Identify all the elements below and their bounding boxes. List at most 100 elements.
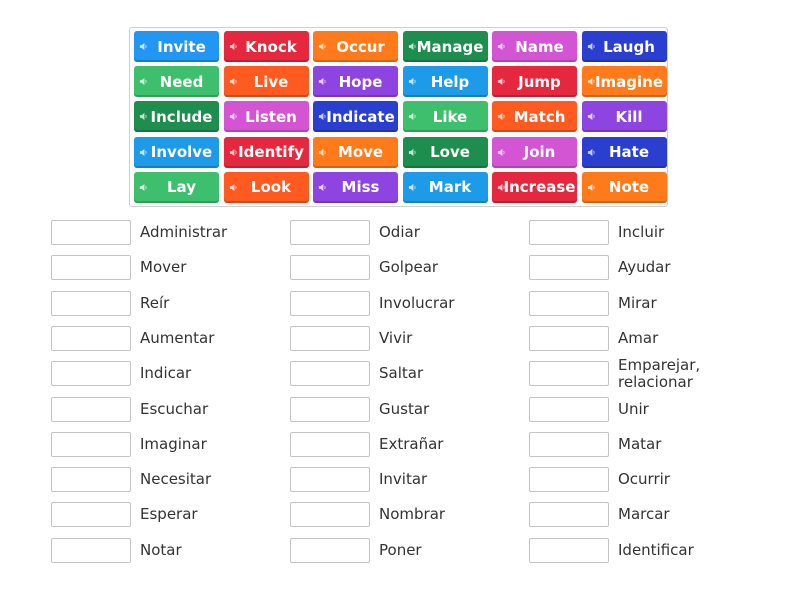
answer-slot[interactable] bbox=[290, 325, 370, 351]
tile-occur[interactable]: Occur bbox=[313, 31, 398, 62]
tile-match[interactable]: Match bbox=[492, 101, 577, 133]
answer-slot[interactable] bbox=[290, 431, 370, 457]
answer-slot[interactable] bbox=[51, 255, 131, 281]
tile-label: Include bbox=[150, 107, 213, 126]
tile-listen[interactable]: Listen bbox=[223, 101, 309, 133]
answer-slot[interactable] bbox=[529, 325, 609, 351]
speaker-icon[interactable] bbox=[497, 148, 506, 157]
tile-name[interactable]: Name bbox=[492, 31, 577, 62]
speaker-icon[interactable] bbox=[587, 112, 596, 121]
answer-slot[interactable] bbox=[529, 537, 609, 563]
speaker-icon[interactable] bbox=[229, 112, 238, 121]
tile-like[interactable]: Like bbox=[402, 101, 488, 133]
speaker-icon[interactable] bbox=[139, 148, 148, 157]
tile-hate[interactable]: Hate bbox=[581, 136, 667, 168]
answer-slot[interactable] bbox=[290, 537, 370, 563]
speaker-icon[interactable] bbox=[318, 112, 327, 121]
tile-jump[interactable]: Jump bbox=[492, 66, 577, 98]
tile-kill[interactable]: Kill bbox=[581, 101, 667, 133]
speaker-icon[interactable] bbox=[229, 42, 238, 51]
speaker-icon[interactable] bbox=[229, 183, 238, 192]
answer-slot[interactable] bbox=[529, 290, 609, 316]
tile-indicate[interactable]: Indicate bbox=[313, 101, 398, 133]
speaker-icon[interactable] bbox=[408, 148, 417, 157]
tile-identify[interactable]: Identify bbox=[223, 136, 309, 168]
speaker-icon[interactable] bbox=[318, 148, 327, 157]
answer-slot[interactable] bbox=[529, 467, 609, 493]
tile-join[interactable]: Join bbox=[492, 136, 577, 168]
speaker-icon[interactable] bbox=[587, 148, 596, 157]
answer-slot[interactable] bbox=[290, 220, 370, 245]
speaker-icon[interactable] bbox=[587, 183, 596, 192]
speaker-icon[interactable] bbox=[497, 77, 506, 86]
speaker-icon[interactable] bbox=[587, 77, 596, 86]
tile-move[interactable]: Move bbox=[313, 136, 398, 168]
target-word: Ayudar bbox=[618, 258, 671, 277]
answer-slot[interactable] bbox=[51, 325, 131, 351]
tile-include[interactable]: Include bbox=[134, 101, 219, 133]
tile-hope[interactable]: Hope bbox=[313, 66, 398, 98]
speaker-icon[interactable] bbox=[139, 183, 148, 192]
answer-slot[interactable] bbox=[51, 361, 131, 387]
tile-look[interactable]: Look bbox=[223, 171, 309, 203]
speaker-icon[interactable] bbox=[139, 112, 148, 121]
speaker-icon[interactable] bbox=[139, 77, 148, 86]
speaker-icon[interactable] bbox=[318, 42, 327, 51]
speaker-icon[interactable] bbox=[587, 42, 596, 51]
answer-slot[interactable] bbox=[529, 255, 609, 281]
answer-slot[interactable] bbox=[529, 502, 609, 528]
speaker-icon[interactable] bbox=[318, 183, 327, 192]
speaker-icon[interactable] bbox=[497, 42, 506, 51]
tile-live[interactable]: Live bbox=[223, 66, 309, 98]
tile-love[interactable]: Love bbox=[402, 136, 488, 168]
tile-increase[interactable]: Increase bbox=[492, 171, 577, 203]
answer-slot[interactable] bbox=[290, 255, 370, 281]
tile-label: Occur bbox=[336, 37, 385, 56]
tile-label: Lay bbox=[167, 178, 196, 197]
answer-slot[interactable] bbox=[529, 220, 609, 245]
speaker-icon[interactable] bbox=[497, 183, 506, 192]
tile-lay[interactable]: Lay bbox=[134, 171, 219, 203]
tile-label: Note bbox=[608, 178, 650, 197]
speaker-icon[interactable] bbox=[408, 183, 417, 192]
tile-label: Involve bbox=[150, 143, 213, 162]
target-word: Mover bbox=[140, 258, 187, 277]
tile-imagine[interactable]: Imagine bbox=[581, 66, 667, 98]
answer-slot[interactable] bbox=[51, 396, 131, 422]
answer-slot[interactable] bbox=[51, 290, 131, 316]
answer-slot[interactable] bbox=[290, 361, 370, 387]
tile-need[interactable]: Need bbox=[134, 66, 219, 98]
speaker-icon[interactable] bbox=[229, 148, 238, 157]
tile-laugh[interactable]: Laugh bbox=[581, 31, 667, 62]
tile-involve[interactable]: Involve bbox=[134, 136, 219, 168]
answer-slot[interactable] bbox=[529, 431, 609, 457]
tile-note[interactable]: Note bbox=[581, 171, 667, 203]
answer-slot[interactable] bbox=[51, 431, 131, 457]
answer-slot[interactable] bbox=[529, 396, 609, 422]
tile-manage[interactable]: Manage bbox=[402, 31, 488, 62]
target-word: Golpear bbox=[379, 258, 439, 277]
tile-miss[interactable]: Miss bbox=[313, 171, 398, 203]
speaker-icon[interactable] bbox=[229, 77, 238, 86]
speaker-icon[interactable] bbox=[408, 112, 417, 121]
tile-mark[interactable]: Mark bbox=[402, 171, 488, 203]
answer-slot[interactable] bbox=[290, 396, 370, 422]
answer-slot[interactable] bbox=[51, 467, 131, 493]
speaker-icon[interactable] bbox=[408, 42, 417, 51]
tile-invite[interactable]: Invite bbox=[134, 31, 219, 62]
speaker-icon[interactable] bbox=[139, 42, 148, 51]
target-word: Extrañar bbox=[379, 434, 444, 453]
tile-help[interactable]: Help bbox=[402, 66, 488, 98]
answer-slot[interactable] bbox=[290, 502, 370, 528]
answer-slot[interactable] bbox=[290, 467, 370, 493]
answer-slot[interactable] bbox=[51, 537, 131, 563]
speaker-icon[interactable] bbox=[318, 77, 327, 86]
answer-slot[interactable] bbox=[51, 220, 131, 245]
speaker-icon[interactable] bbox=[408, 77, 417, 86]
answer-slot[interactable] bbox=[51, 502, 131, 528]
target-word: Mirar bbox=[618, 293, 657, 312]
answer-slot[interactable] bbox=[529, 361, 609, 387]
speaker-icon[interactable] bbox=[497, 112, 506, 121]
answer-slot[interactable] bbox=[290, 290, 370, 316]
tile-knock[interactable]: Knock bbox=[223, 31, 309, 62]
